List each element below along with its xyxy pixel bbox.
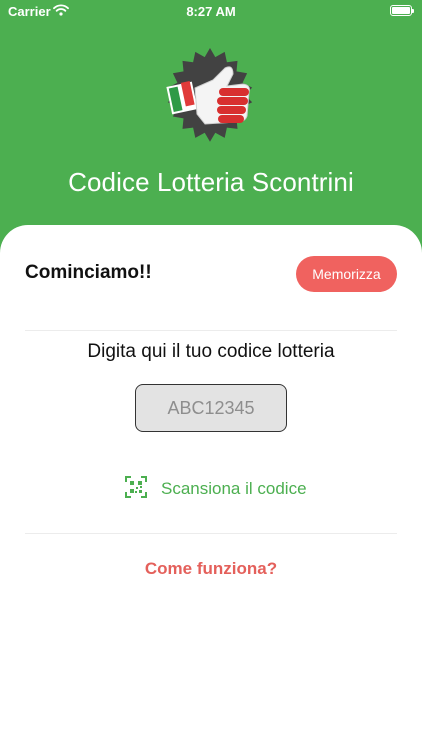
scan-code-button[interactable]: Scansiona il codice [125, 475, 307, 503]
battery-icon [390, 5, 414, 16]
status-bar: Carrier 8:27 AM [0, 0, 422, 22]
lottery-code-input[interactable] [135, 384, 287, 432]
code-prompt: Digita qui il tuo codice lotteria [87, 341, 335, 362]
greeting-heading: Cominciamo!! [25, 262, 152, 283]
divider [25, 330, 397, 331]
save-button[interactable]: Memorizza [296, 256, 397, 292]
main-card: Cominciamo!! Memorizza Digita qui il tuo… [0, 225, 422, 750]
thumbs-up-badge-icon [151, 36, 269, 154]
app-title: Codice Lotteria Scontrini [68, 167, 354, 197]
how-it-works-link[interactable]: Come funziona? [0, 559, 422, 579]
divider [25, 533, 397, 534]
qr-scan-icon [125, 475, 161, 503]
scan-code-label: Scansiona il codice [161, 479, 307, 498]
status-time: 8:27 AM [186, 4, 236, 19]
